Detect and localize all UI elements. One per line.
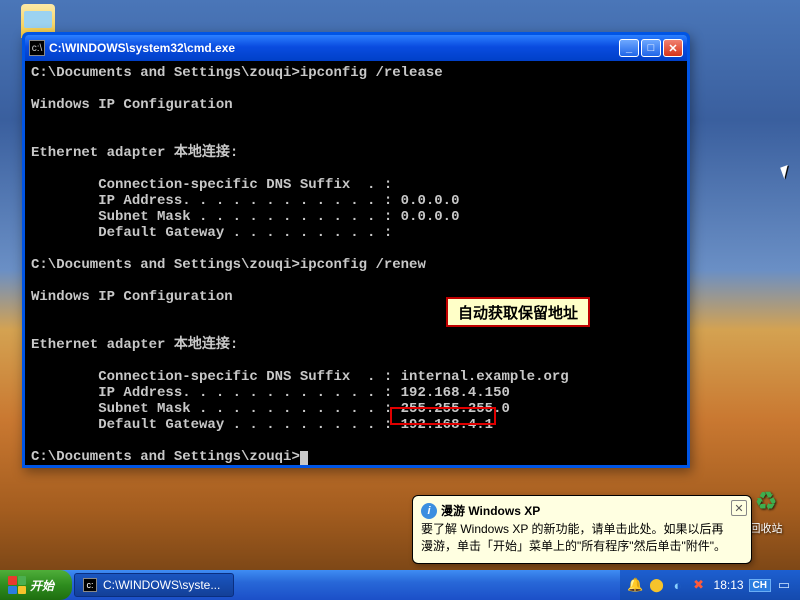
tour-balloon[interactable]: ✕ i 漫游 Windows XP 要了解 Windows XP 的新功能，请单… (412, 495, 752, 564)
taskbar-item-cmd[interactable]: c: C:\WINDOWS\syste... (74, 573, 234, 597)
cmd-icon: c:\ (29, 40, 45, 56)
terminal-output: C:\Documents and Settings\zouqi>ipconfig… (25, 61, 687, 465)
tray-icon-network[interactable]: 🔔 (628, 577, 644, 593)
taskbar: 开始 c: C:\WINDOWS\syste... 🔔 ⬤ ◐ ✖ 18:13 … (0, 570, 800, 600)
cmd-window: c:\ C:\WINDOWS\system32\cmd.exe _ □ ✕ C:… (22, 32, 690, 468)
maximize-button[interactable]: □ (641, 39, 661, 57)
start-label: 开始 (30, 577, 54, 594)
window-title: C:\WINDOWS\system32\cmd.exe (49, 41, 619, 55)
balloon-close-button[interactable]: ✕ (731, 500, 747, 516)
tray-icon-volume[interactable]: ◐ (670, 577, 686, 593)
tray-icon-alert[interactable]: ✖ (691, 577, 707, 593)
language-indicator[interactable]: CH (749, 579, 771, 592)
tray-icon-security[interactable]: ⬤ (649, 577, 665, 593)
system-tray: 🔔 ⬤ ◐ ✖ 18:13 CH ▭ (620, 570, 800, 600)
terminal-cursor (300, 451, 308, 465)
annotation-highlight-ip (390, 407, 496, 425)
minimize-button[interactable]: _ (619, 39, 639, 57)
taskbar-clock[interactable]: 18:13 (712, 578, 744, 592)
annotation-text: 自动获取保留地址 (458, 302, 578, 323)
cmd-icon: c: (83, 578, 97, 592)
start-button[interactable]: 开始 (0, 570, 72, 600)
info-icon: i (421, 503, 437, 519)
recycle-icon: ♻ (749, 484, 783, 518)
annotation-callout: 自动获取保留地址 (446, 297, 590, 327)
close-button[interactable]: ✕ (663, 39, 683, 57)
balloon-body: 要了解 Windows XP 的新功能，请单击此处。如果以后再漫游，单击「开始」… (421, 521, 727, 555)
taskbar-item-label: C:\WINDOWS\syste... (103, 578, 220, 592)
windows-logo-icon (8, 576, 26, 594)
balloon-title: 漫游 Windows XP (441, 502, 540, 519)
titlebar[interactable]: c:\ C:\WINDOWS\system32\cmd.exe _ □ ✕ (25, 35, 687, 61)
show-desktop-icon[interactable]: ▭ (776, 577, 792, 593)
